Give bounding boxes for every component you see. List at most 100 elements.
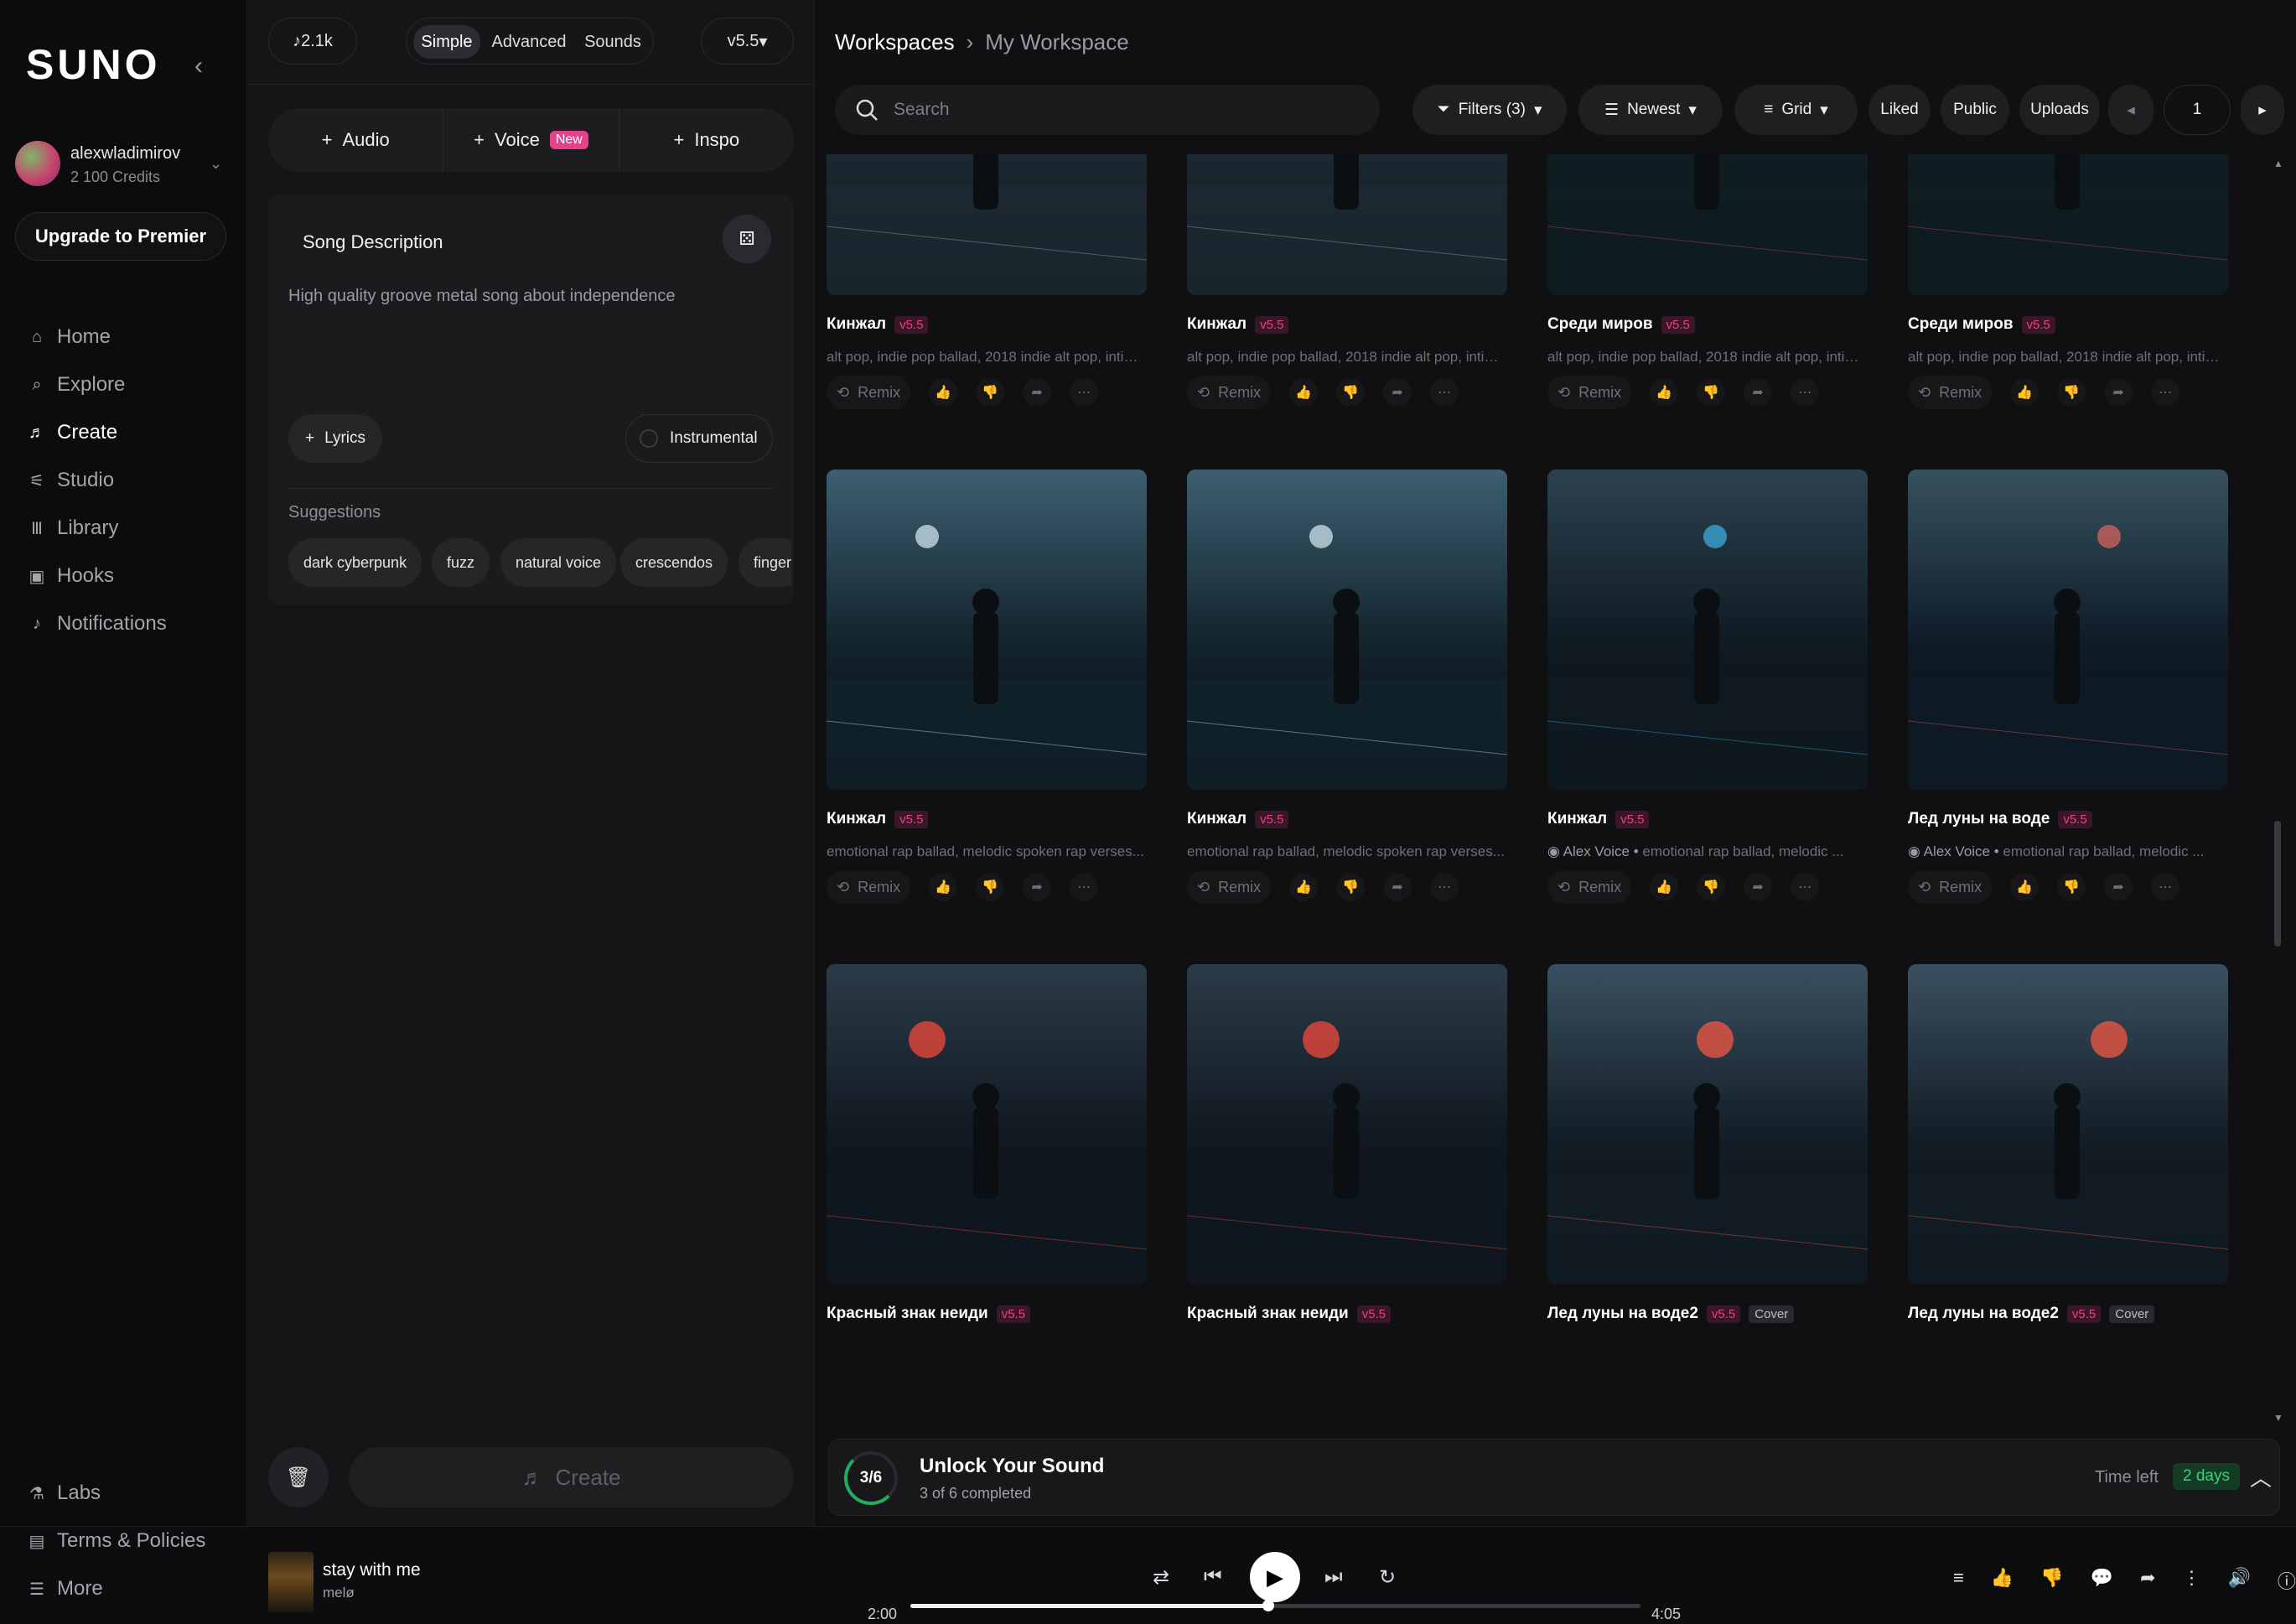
more-icon[interactable]: ⋯ bbox=[1070, 378, 1099, 407]
remix-button[interactable]: ⟲ Remix bbox=[1187, 376, 1272, 409]
add-inspo-button[interactable]: + Inspo bbox=[619, 108, 794, 172]
thumbs-down-icon[interactable]: 👎 bbox=[976, 378, 1005, 407]
song-card[interactable]: Среди миров v5.5 alt pop, indie pop ball… bbox=[1897, 154, 2228, 470]
suggestion-chip[interactable]: dark cyberpunk bbox=[288, 538, 422, 587]
public-filter[interactable]: Public bbox=[1941, 85, 2009, 135]
song-cover[interactable] bbox=[1908, 470, 2228, 790]
suggestion-chip[interactable]: finger bbox=[739, 538, 791, 587]
instrumental-toggle[interactable]: Instrumental bbox=[625, 414, 773, 463]
voice-name[interactable]: Alex Voice bbox=[1924, 843, 1990, 859]
next-page-icon[interactable]: ▸ bbox=[2241, 85, 2284, 135]
thumbs-down-icon[interactable]: 👎 bbox=[976, 873, 1005, 901]
thumbs-up-icon[interactable]: 👍 bbox=[2010, 378, 2039, 407]
track-artist[interactable]: melø bbox=[323, 1585, 355, 1601]
sidebar-item-explore[interactable]: ⌕ Explore bbox=[29, 373, 125, 397]
chevron-down-icon[interactable]: ⌄ bbox=[210, 155, 222, 173]
thumbs-down-icon[interactable]: 👎 bbox=[2040, 1567, 2063, 1594]
song-count-button[interactable]: ♪ 2.1k bbox=[268, 18, 357, 65]
upgrade-button[interactable]: Upgrade to Premier bbox=[15, 212, 226, 261]
share-icon[interactable]: ➦ bbox=[2140, 1567, 2155, 1594]
remix-button[interactable]: ⟲ Remix bbox=[1187, 870, 1272, 904]
play-button[interactable]: ▶ bbox=[1250, 1552, 1300, 1602]
remix-button[interactable]: ⟲ Remix bbox=[1908, 376, 1993, 409]
share-icon[interactable]: ➦ bbox=[1023, 873, 1052, 901]
song-title[interactable]: Красный знак неиди v5.5 bbox=[827, 1305, 1031, 1323]
share-icon[interactable]: ➦ bbox=[1383, 873, 1412, 901]
thumbs-up-icon[interactable]: 👍 bbox=[1289, 873, 1319, 901]
song-card[interactable]: Кинжал v5.5 emotional rap ballad, melodi… bbox=[1176, 470, 1507, 964]
volume-icon[interactable]: 🔊 bbox=[2228, 1567, 2251, 1594]
previous-icon[interactable]: ⏮ bbox=[1204, 1565, 1222, 1589]
suggestion-chip[interactable]: natural voice bbox=[500, 538, 617, 587]
scrollbar[interactable]: ▲ ▼ bbox=[2272, 154, 2283, 1435]
scroll-up-icon[interactable]: ▲ bbox=[2273, 158, 2283, 169]
song-card[interactable]: Кинжал v5.5 ◉ Alex Voice • emotional rap… bbox=[1537, 470, 1868, 964]
thumbs-down-icon[interactable]: 👎 bbox=[1697, 873, 1726, 901]
search-bar[interactable] bbox=[835, 85, 1380, 135]
create-button[interactable]: ♬ Create bbox=[349, 1447, 794, 1507]
share-icon[interactable]: ➦ bbox=[1744, 378, 1773, 407]
song-card[interactable]: Лед луны на воде v5.5 ◉ Alex Voice • emo… bbox=[1897, 470, 2228, 964]
lyrics-button[interactable]: + Lyrics bbox=[288, 414, 383, 463]
sidebar-item-notifications[interactable]: ♪ Notifications bbox=[29, 612, 167, 636]
thumbs-up-icon[interactable]: 👍 bbox=[1289, 378, 1319, 407]
song-cover[interactable] bbox=[1908, 964, 2228, 1284]
song-cover[interactable] bbox=[1547, 470, 1868, 790]
thumbs-down-icon[interactable]: 👎 bbox=[1336, 873, 1366, 901]
more-icon[interactable]: ⋯ bbox=[1791, 873, 1820, 901]
remix-button[interactable]: ⟲ Remix bbox=[827, 870, 911, 904]
song-card[interactable]: Красный знак неиди v5.5 bbox=[816, 964, 1147, 1435]
search-input[interactable] bbox=[894, 100, 1329, 120]
share-icon[interactable]: ➦ bbox=[1744, 873, 1773, 901]
chevron-up-icon[interactable]: ︿ bbox=[2250, 1461, 2272, 1492]
song-title[interactable]: Красный знак неиди v5.5 bbox=[1187, 1305, 1392, 1323]
next-icon[interactable]: ⏭ bbox=[1324, 1565, 1343, 1589]
thumbs-up-icon[interactable]: 👍 bbox=[2010, 873, 2039, 901]
share-icon[interactable]: ➦ bbox=[1023, 378, 1052, 407]
song-cover[interactable] bbox=[827, 154, 1147, 295]
song-card[interactable]: Лед луны на воде2 v5.5 Cover bbox=[1897, 964, 2228, 1435]
thumbs-up-icon[interactable]: 👍 bbox=[1991, 1567, 2014, 1594]
song-card[interactable]: Лед луны на воде2 v5.5 Cover bbox=[1537, 964, 1868, 1435]
song-cover[interactable] bbox=[1187, 470, 1507, 790]
share-icon[interactable]: ➦ bbox=[2104, 378, 2133, 407]
song-title[interactable]: Лед луны на воде2 v5.5 Cover bbox=[1547, 1305, 1795, 1323]
song-card[interactable]: Кинжал v5.5 emotional rap ballad, melodi… bbox=[816, 470, 1147, 964]
breadcrumb-workspaces[interactable]: Workspaces bbox=[835, 29, 955, 55]
song-card[interactable]: Кинжал v5.5 alt pop, indie pop ballad, 2… bbox=[816, 154, 1147, 470]
remix-button[interactable]: ⟲ Remix bbox=[1908, 870, 1993, 904]
song-title[interactable]: Кинжал v5.5 bbox=[1547, 810, 1650, 828]
tab-simple[interactable]: Simple bbox=[413, 25, 480, 59]
voice-name[interactable]: Alex Voice bbox=[1563, 843, 1630, 859]
uploads-filter[interactable]: Uploads bbox=[2019, 85, 2100, 135]
more-icon[interactable]: ⋯ bbox=[1430, 378, 1459, 407]
scroll-down-icon[interactable]: ▼ bbox=[2273, 1412, 2283, 1424]
song-title[interactable]: Среди миров v5.5 bbox=[1908, 315, 2055, 334]
thumbs-down-icon[interactable]: 👎 bbox=[2057, 873, 2086, 901]
song-card[interactable]: Красный знак неиди v5.5 bbox=[1176, 964, 1507, 1435]
tab-sounds[interactable]: Sounds bbox=[578, 25, 648, 59]
share-icon[interactable]: ➦ bbox=[1383, 378, 1412, 407]
view-button[interactable]: ≡ Grid ▾ bbox=[1734, 85, 1858, 135]
shuffle-icon[interactable]: ⇄ bbox=[1153, 1565, 1169, 1590]
prev-page-icon[interactable]: ◂ bbox=[2108, 85, 2153, 135]
thumbs-up-icon[interactable]: 👍 bbox=[1650, 378, 1679, 407]
queue-icon[interactable]: ≡ bbox=[1953, 1567, 1964, 1594]
scrollbar-thumb[interactable] bbox=[2274, 821, 2281, 947]
more-icon[interactable]: ⋯ bbox=[2151, 873, 2180, 901]
collapse-sidebar-icon[interactable]: ‹ bbox=[194, 52, 203, 80]
comment-icon[interactable]: 💬 bbox=[2091, 1567, 2113, 1594]
song-title[interactable]: Среди миров v5.5 bbox=[1547, 315, 1695, 334]
liked-filter[interactable]: Liked bbox=[1868, 85, 1931, 135]
filters-button[interactable]: ⏷ Filters (3) ▾ bbox=[1412, 85, 1567, 135]
song-cover[interactable] bbox=[1547, 154, 1868, 295]
add-voice-button[interactable]: + Voice New bbox=[443, 108, 619, 172]
add-audio-button[interactable]: + Audio bbox=[268, 108, 444, 172]
track-title[interactable]: stay with me bbox=[323, 1560, 421, 1580]
song-card[interactable]: Среди миров v5.5 alt pop, indie pop ball… bbox=[1537, 154, 1868, 470]
thumbs-up-icon[interactable]: 👍 bbox=[1650, 873, 1679, 901]
suno-logo[interactable]: SUNO bbox=[26, 40, 160, 89]
more-icon[interactable]: ⋯ bbox=[1070, 873, 1099, 901]
song-cover[interactable] bbox=[1187, 964, 1507, 1284]
remix-button[interactable]: ⟲ Remix bbox=[1547, 376, 1632, 409]
